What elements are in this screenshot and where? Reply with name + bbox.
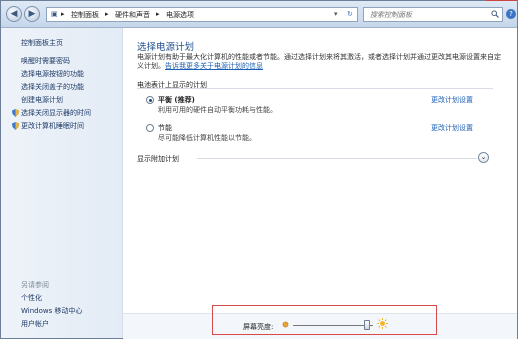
learn-more-link[interactable]: 告诉我更多关于电源计划的信息 [165, 62, 263, 70]
control-panel-icon: ▣ [51, 10, 58, 18]
divider [197, 158, 477, 159]
shield-icon [12, 109, 19, 117]
divider [137, 88, 493, 89]
plan-balanced-name[interactable]: 平衡 (推荐) [158, 95, 195, 105]
sidebar: 控制面板主页 唤醒时需要密码 选择电源按钮的功能 选择关闭盖子的功能 创建电源计… [1, 28, 123, 338]
shield-icon [12, 122, 19, 130]
brightness-label: 屏幕亮度: [243, 323, 274, 331]
plan-power-saver-name[interactable]: 节能 [158, 123, 172, 133]
back-button[interactable]: ◀ [6, 6, 22, 22]
breadcrumb-power-options[interactable]: 电源选项 [166, 10, 194, 20]
plan-balanced-radio[interactable] [146, 96, 154, 104]
see-also-title: 另请参阅 [21, 281, 49, 289]
sidebar-item-display-off[interactable]: 选择关闭显示器的时间 [21, 108, 91, 118]
breadcrumb-separator: ▸ [156, 10, 160, 18]
breadcrumb-control-panel[interactable]: 控制面板 [71, 10, 99, 20]
brightness-slider-track[interactable] [293, 325, 373, 326]
plan-power-saver-radio[interactable] [146, 124, 154, 132]
plan-balanced-label: 平衡 (推荐) [158, 96, 195, 104]
see-also-user-accounts[interactable]: 用户帐户 [21, 319, 49, 329]
sidebar-home-link[interactable]: 控制面板主页 [21, 38, 63, 48]
brightness-slider-thumb[interactable] [363, 320, 370, 330]
search-icon[interactable] [491, 10, 499, 18]
bright-sun-icon [377, 318, 388, 329]
sidebar-item-create-plan[interactable]: 创建电源计划 [21, 95, 63, 105]
address-bar[interactable]: ▣ ▸ 控制面板 ▸ 硬件和声音 ▸ 电源选项 ▾ ↻ [46, 7, 358, 22]
plan-power-saver-change-link[interactable]: 更改计划设置 [431, 123, 473, 133]
page-description: 电源计划有助于最大化计算机的性能或者节能。通过选择计划来将其激活，或者选择计划并… [137, 53, 507, 71]
sidebar-item-lid[interactable]: 选择关闭盖子的功能 [21, 82, 84, 92]
main-content: 选择电源计划 电源计划有助于最大化计算机的性能或者节能。通过选择计划来将其激活，… [123, 28, 517, 338]
search-input[interactable] [364, 8, 488, 21]
expand-chevron-icon[interactable]: ⌄ [478, 152, 489, 163]
show-more-plans-label[interactable]: 显示附加计划 [137, 154, 179, 164]
plan-balanced-change-link[interactable]: 更改计划设置 [431, 95, 473, 105]
sidebar-item-sleep-time[interactable]: 更改计算机睡眠时间 [21, 121, 84, 131]
help-button[interactable]: ? [506, 9, 516, 19]
plan-balanced-description: 利用可用的硬件自动平衡功耗与性能。 [158, 106, 277, 114]
page-title: 选择电源计划 [137, 42, 195, 53]
dropdown-arrow-icon[interactable]: ▾ [334, 10, 338, 18]
breadcrumb-hardware-sound[interactable]: 硬件和声音 [115, 10, 150, 20]
forward-button[interactable]: ▶ [24, 6, 40, 22]
breadcrumb-separator: ▸ [105, 10, 109, 18]
sidebar-item-wake-password[interactable]: 唤醒时需要密码 [21, 56, 70, 66]
see-also-personalize[interactable]: 个性化 [21, 293, 42, 303]
navigation-bar: ◀ ▶ ▣ ▸ 控制面板 ▸ 硬件和声音 ▸ 电源选项 ▾ ↻ ? [1, 1, 517, 28]
dim-sun-icon [282, 321, 289, 328]
see-also-mobility-center[interactable]: Windows 移动中心 [21, 306, 82, 316]
sidebar-item-power-button[interactable]: 选择电源按钮的功能 [21, 69, 84, 79]
plan-power-saver-description: 尽可能降低计算机性能以节能。 [158, 134, 256, 142]
search-box[interactable] [363, 7, 503, 22]
refresh-icon[interactable]: ↻ [347, 10, 353, 18]
breadcrumb-separator: ▸ [61, 10, 65, 18]
